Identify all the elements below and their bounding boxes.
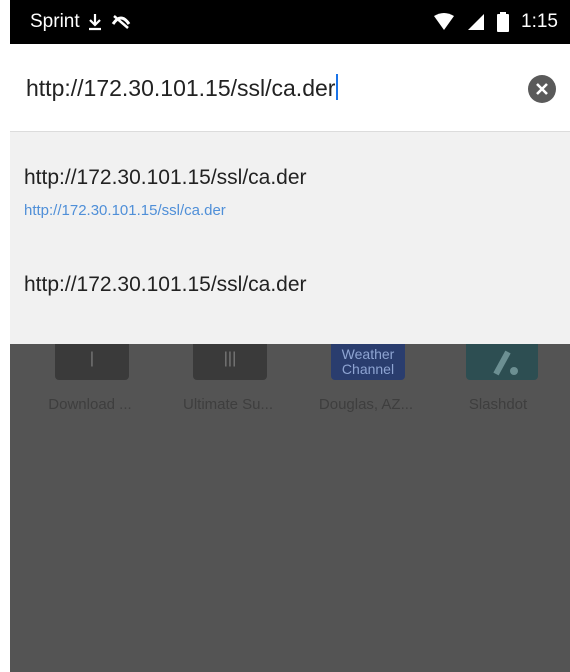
status-bar: Sprint 1:15 xyxy=(10,0,570,44)
suggestion-title: http://172.30.101.15/ssl/ca.der xyxy=(24,166,307,189)
text-cursor xyxy=(336,74,339,100)
omnibox-suggestions: http://172.30.101.15/ssl/ca.der http://1… xyxy=(10,132,570,344)
suggestion-url: http://172.30.101.15/ssl/ca.der xyxy=(24,202,226,219)
signal-icon xyxy=(467,13,485,31)
tile-label: Slashdot xyxy=(468,396,528,413)
tile-mark-icon: ||| xyxy=(223,350,237,367)
tile-label: Download ... xyxy=(48,396,132,413)
carrier-name: Sprint xyxy=(30,11,80,32)
clear-button[interactable] xyxy=(528,75,556,103)
dimmed-page-backdrop: | Download ... ||| Ultimate Su... Weathe… xyxy=(10,344,570,672)
clear-circle-icon xyxy=(536,83,548,95)
no-sync-icon xyxy=(110,14,132,30)
suggestion-item[interactable]: http://172.30.101.15/ssl/ca.der xyxy=(10,238,570,344)
suggestion-item[interactable]: http://172.30.101.15/ssl/ca.der http://1… xyxy=(10,132,570,238)
status-left: Sprint xyxy=(30,0,132,44)
clock: 1:15 xyxy=(521,11,558,32)
omnibox: http://172.30.101.15/ssl/ca.der xyxy=(10,44,570,132)
browser-screen: Sprint 1:15 http://172.30.101.15/ssl/ca.… xyxy=(0,0,570,672)
url-field[interactable]: http://172.30.101.15/ssl/ca.der xyxy=(26,74,339,102)
tile-label: Ultimate Su... xyxy=(182,396,274,413)
status-right: 1:15 xyxy=(433,0,558,44)
tile-thumbnail xyxy=(466,344,538,380)
tile-thumbnail: ||| xyxy=(193,344,267,380)
suggestion-title: http://172.30.101.15/ssl/ca.der xyxy=(24,273,307,296)
download-icon xyxy=(88,13,102,31)
tile-thumbnail: Weather Channel xyxy=(331,344,405,380)
most-visited-tile[interactable]: Slashdot xyxy=(428,344,568,434)
url-field-text: http://172.30.101.15/ssl/ca.der xyxy=(26,75,336,101)
most-visited-tile[interactable]: Weather Channel Douglas, AZ... xyxy=(296,344,436,434)
most-visited-tile[interactable]: | Download ... xyxy=(20,344,160,434)
wifi-icon xyxy=(433,13,455,31)
tile-label: Douglas, AZ... xyxy=(318,396,414,413)
tile-mark-icon: | xyxy=(89,350,95,367)
slashdot-logo-icon xyxy=(493,350,518,376)
tile-thumbnail: | xyxy=(55,344,129,380)
most-visited-tile[interactable]: ||| Ultimate Su... xyxy=(158,344,298,434)
battery-icon xyxy=(497,12,510,32)
